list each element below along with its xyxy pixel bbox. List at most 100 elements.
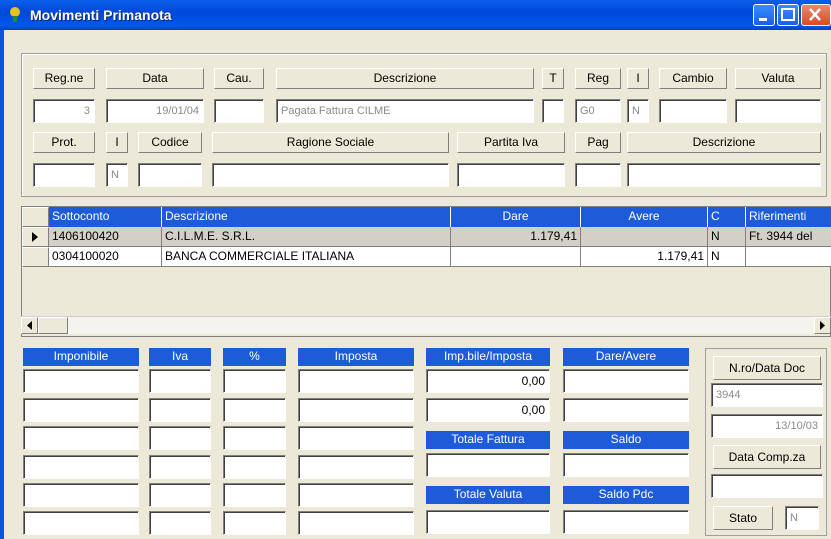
numero-doc-field[interactable]: 3944 xyxy=(711,383,823,407)
col-dare[interactable]: Dare xyxy=(451,207,581,227)
iva-field[interactable] xyxy=(149,426,211,450)
iva-field[interactable] xyxy=(149,511,211,535)
cell-sottoconto[interactable]: 0304100020 xyxy=(49,247,162,267)
i-field[interactable]: N xyxy=(627,99,649,123)
imposta-field[interactable] xyxy=(298,398,414,422)
cell-c[interactable]: N xyxy=(708,247,746,267)
col-avere[interactable]: Avere xyxy=(581,207,708,227)
descrizione-field[interactable]: Pagata Fattura CILME xyxy=(276,99,534,123)
percent-field[interactable] xyxy=(223,426,286,450)
imponibile-field[interactable] xyxy=(23,455,139,479)
header-imp-imposta: Imp.bile/Imposta xyxy=(426,348,550,366)
cell-riferimenti[interactable]: Ft. 3944 del xyxy=(746,227,831,247)
cell-descrizione[interactable]: C.I.L.M.E. S.R.L. xyxy=(162,227,451,247)
imp-imposta-total-1[interactable]: 0,00 xyxy=(426,369,550,393)
label-regne: Reg.ne xyxy=(33,68,95,89)
col-c[interactable]: C xyxy=(708,207,746,227)
reg-field[interactable]: G0 xyxy=(575,99,621,123)
label-totale-fattura: Totale Fattura xyxy=(426,431,550,449)
iva-field[interactable] xyxy=(149,455,211,479)
imposta-field[interactable] xyxy=(298,369,414,393)
label-t: T xyxy=(542,68,564,89)
iva-field[interactable] xyxy=(149,369,211,393)
label-totale-valuta: Totale Valuta xyxy=(426,486,550,504)
header-iva: Iva xyxy=(149,348,211,366)
header-imposta: Imposta xyxy=(298,348,414,366)
cell-sottoconto[interactable]: 1406100420 xyxy=(49,227,162,247)
t-field[interactable] xyxy=(542,99,564,123)
imponibile-field[interactable] xyxy=(23,483,139,507)
cell-descrizione[interactable]: BANCA COMMERCIALE ITALIANA xyxy=(162,247,451,267)
label-reg: Reg xyxy=(575,68,621,89)
col-sottoconto[interactable]: Sottoconto xyxy=(49,207,162,227)
dare-avere-field-2[interactable] xyxy=(563,398,689,422)
iva-field[interactable] xyxy=(149,483,211,507)
header-imponibile: Imponibile xyxy=(23,348,139,366)
col-descrizione[interactable]: Descrizione xyxy=(162,207,451,227)
imposta-field[interactable] xyxy=(298,511,414,535)
stato-field[interactable]: N xyxy=(785,506,819,530)
scroll-thumb[interactable] xyxy=(38,317,68,334)
regne-field[interactable]: 3 xyxy=(33,99,95,123)
iva-field[interactable] xyxy=(149,398,211,422)
label-saldo: Saldo xyxy=(563,431,689,449)
row-selector[interactable] xyxy=(22,247,49,267)
saldo-pdc-field[interactable] xyxy=(563,510,689,534)
imposta-field[interactable] xyxy=(298,426,414,450)
cell-dare[interactable] xyxy=(451,247,581,267)
cell-avere[interactable]: 1.179,41 xyxy=(581,247,708,267)
imponibile-field[interactable] xyxy=(23,426,139,450)
label-descrizione2: Descrizione xyxy=(627,132,821,153)
percent-field[interactable] xyxy=(223,483,286,507)
descrizione2-field[interactable] xyxy=(627,163,821,187)
percent-field[interactable] xyxy=(223,455,286,479)
header-percent: % xyxy=(223,348,286,366)
horizontal-scrollbar[interactable] xyxy=(21,316,831,334)
imponibile-field[interactable] xyxy=(23,511,139,535)
row-selector[interactable] xyxy=(22,227,49,247)
cell-c[interactable]: N xyxy=(708,227,746,247)
label-stato: Stato xyxy=(713,506,773,530)
percent-field[interactable] xyxy=(223,398,286,422)
maximize-icon xyxy=(781,8,795,21)
partita-iva-field[interactable] xyxy=(457,163,565,187)
prot-field[interactable] xyxy=(33,163,95,187)
label-partita-iva: Partita Iva xyxy=(457,132,565,153)
imposta-field[interactable] xyxy=(298,455,414,479)
i2-field[interactable]: N xyxy=(106,163,128,187)
data-field[interactable]: 19/01/04 xyxy=(106,99,204,123)
codice-field[interactable] xyxy=(138,163,202,187)
data-doc-field[interactable]: 13/10/03 xyxy=(711,414,823,438)
scroll-right-button[interactable] xyxy=(814,317,831,334)
cambio-field[interactable] xyxy=(659,99,727,123)
pag-field[interactable] xyxy=(575,163,621,187)
close-button[interactable] xyxy=(801,4,831,26)
totale-valuta-field[interactable] xyxy=(426,510,550,534)
label-data-comp: Data Comp.za xyxy=(713,445,821,469)
ragione-sociale-field[interactable] xyxy=(212,163,449,187)
imp-imposta-total-2[interactable]: 0,00 xyxy=(426,398,550,422)
imponibile-field[interactable] xyxy=(23,398,139,422)
app-icon xyxy=(6,5,24,23)
grid-corner xyxy=(22,207,49,227)
minimize-button[interactable] xyxy=(753,4,775,26)
maximize-button[interactable] xyxy=(777,4,799,26)
cell-dare[interactable]: 1.179,41 xyxy=(451,227,581,247)
percent-field[interactable] xyxy=(223,511,286,535)
totale-fattura-field[interactable] xyxy=(426,453,550,477)
imposta-field[interactable] xyxy=(298,483,414,507)
label-descrizione: Descrizione xyxy=(276,68,534,89)
percent-field[interactable] xyxy=(223,369,286,393)
valuta-field[interactable] xyxy=(735,99,821,123)
cell-avere[interactable] xyxy=(581,227,708,247)
scroll-left-button[interactable] xyxy=(21,317,38,334)
label-valuta: Valuta xyxy=(735,68,821,89)
saldo-field[interactable] xyxy=(563,453,689,477)
data-comp-field[interactable] xyxy=(711,474,823,498)
label-cau: Cau. xyxy=(214,68,264,89)
dare-avere-field-1[interactable] xyxy=(563,369,689,393)
cau-field[interactable] xyxy=(214,99,264,123)
imponibile-field[interactable] xyxy=(23,369,139,393)
col-riferimenti[interactable]: Riferimenti xyxy=(746,207,831,227)
cell-riferimenti[interactable] xyxy=(746,247,831,267)
